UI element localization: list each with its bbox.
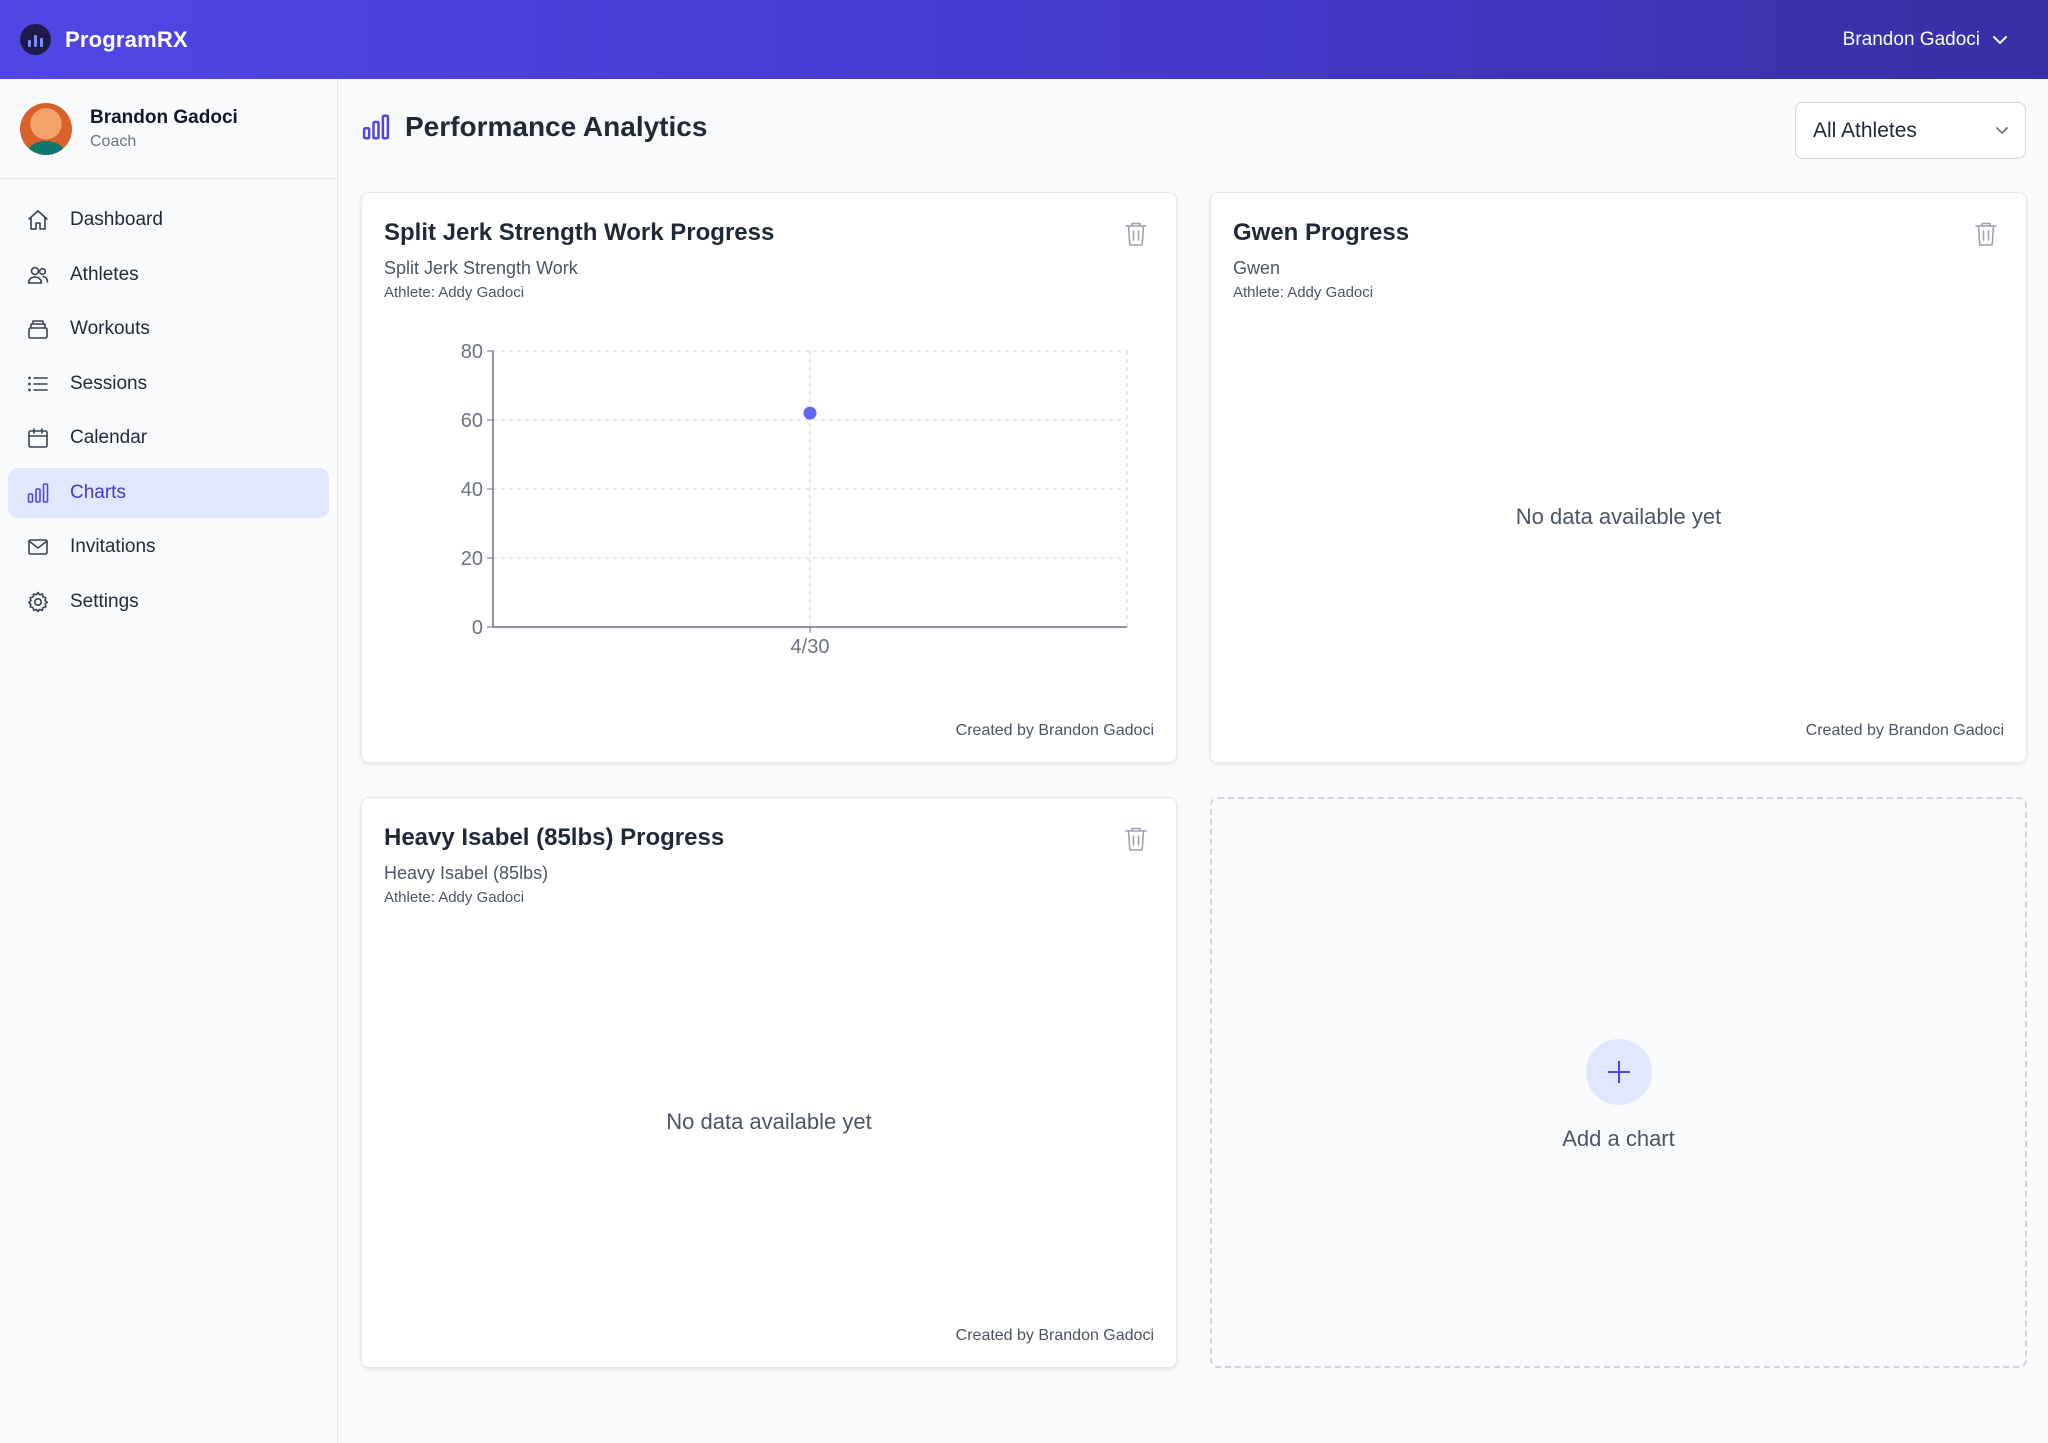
x-tick-label: 4/30: [791, 636, 830, 658]
chevron-down-icon: [1993, 35, 2007, 44]
page-header: Performance Analytics: [361, 111, 707, 143]
trash-icon: [1125, 827, 1147, 851]
add-chart-button[interactable]: Add a chart: [1210, 797, 2027, 1368]
sidebar-item-athletes[interactable]: Athletes: [8, 250, 329, 300]
chart-card: Heavy Isabel (85lbs) Progress Heavy Isab…: [361, 797, 1177, 1368]
list-icon: [28, 376, 48, 391]
sidebar-item-invitations[interactable]: Invitations: [8, 522, 329, 572]
page-title: Performance Analytics: [405, 111, 708, 142]
card-athlete: Athlete: Addy Gadoci: [384, 889, 525, 906]
gear-icon: [28, 591, 48, 612]
profile-role: Coach: [90, 132, 137, 150]
box-icon: [28, 320, 48, 339]
sidebar-item-label: Calendar: [70, 427, 148, 448]
user-menu-label: Brandon Gadoci: [1842, 28, 1980, 50]
delete-chart-button[interactable]: [1974, 221, 1998, 247]
card-athlete: Athlete: Addy Gadoci: [1233, 284, 1374, 301]
athlete-filter-select[interactable]: All Athletes: [1795, 102, 2026, 159]
sidebar: Brandon Gadoci Coach Dashboard Athletes …: [0, 79, 338, 1443]
add-circle: [1585, 1039, 1652, 1105]
top-bar: ProgramRX Brandon Gadoci: [0, 0, 2048, 79]
avatar: [20, 102, 72, 155]
bar-chart-icon: [362, 114, 390, 140]
mail-icon: [28, 539, 48, 555]
y-tick-label: 0: [472, 617, 483, 639]
y-tick-label: 60: [461, 410, 483, 432]
sidebar-item-label: Settings: [70, 590, 139, 612]
card-footer: Created by Brandon Gadoci: [955, 722, 1154, 739]
add-chart-label: Add a chart: [1562, 1126, 1675, 1151]
brand[interactable]: ProgramRX: [20, 24, 188, 55]
card-footer: Created by Brandon Gadoci: [955, 1327, 1154, 1344]
sidebar-item-label: Workouts: [70, 318, 150, 339]
card-footer: Created by Brandon Gadoci: [1805, 722, 2004, 739]
sidebar-item-workouts[interactable]: Workouts: [8, 304, 329, 354]
sidebar-item-settings[interactable]: Settings: [8, 577, 329, 627]
home-icon: [28, 210, 48, 230]
sidebar-item-sessions[interactable]: Sessions: [8, 359, 329, 409]
calendar-icon: [28, 428, 48, 448]
card-title: Heavy Isabel (85lbs) Progress: [384, 824, 725, 851]
users-icon: [27, 266, 49, 284]
sidebar-item-label: Sessions: [70, 372, 148, 394]
delete-chart-button[interactable]: [1124, 826, 1148, 852]
trash-icon: [1975, 222, 1997, 246]
empty-state: No data available yet: [666, 1109, 872, 1134]
sidebar-item-charts[interactable]: Charts: [8, 467, 329, 518]
sidebar-item-label: Dashboard: [70, 209, 163, 230]
card-title: Gwen Progress: [1233, 219, 1410, 246]
profile-name: Brandon Gadoci: [90, 106, 238, 128]
brand-name: ProgramRX: [65, 26, 188, 52]
brand-logo-icon: [20, 24, 51, 55]
card-subtitle: Gwen: [1233, 258, 1281, 278]
plus-icon: [1607, 1061, 1630, 1083]
chart-card: Gwen Progress Gwen Athlete: Addy Gadoci …: [1210, 192, 2027, 763]
main-content: Performance Analytics All Athletes Split…: [339, 79, 2048, 1443]
sidebar-item-label: Charts: [70, 481, 126, 503]
bar-chart-icon: [27, 482, 49, 503]
y-tick-label: 80: [461, 341, 483, 363]
user-menu-button[interactable]: Brandon Gadoci: [1843, 29, 2028, 51]
sidebar-item-label: Invitations: [70, 536, 156, 557]
sidebar-item-dashboard[interactable]: Dashboard: [8, 195, 329, 245]
y-tick-label: 20: [461, 548, 483, 570]
profile-section: Brandon Gadoci Coach: [0, 79, 337, 179]
athlete-filter-value: All Athletes: [1813, 118, 1917, 142]
sidebar-nav: Dashboard Athletes Workouts Sessions Cal…: [0, 179, 337, 647]
sidebar-item-label: Athletes: [70, 263, 139, 285]
chevron-down-icon: [1996, 127, 2008, 134]
card-subtitle: Heavy Isabel (85lbs): [384, 863, 549, 883]
y-tick-label: 40: [461, 479, 483, 501]
data-point: [803, 406, 817, 420]
progress-chart: 0 20 40 60 80 4/30: [461, 341, 1128, 658]
empty-state: No data available yet: [1515, 504, 1722, 529]
sidebar-item-calendar[interactable]: Calendar: [8, 413, 329, 463]
chart-card: Split Jerk Strength Work Progress Split …: [361, 192, 1177, 763]
